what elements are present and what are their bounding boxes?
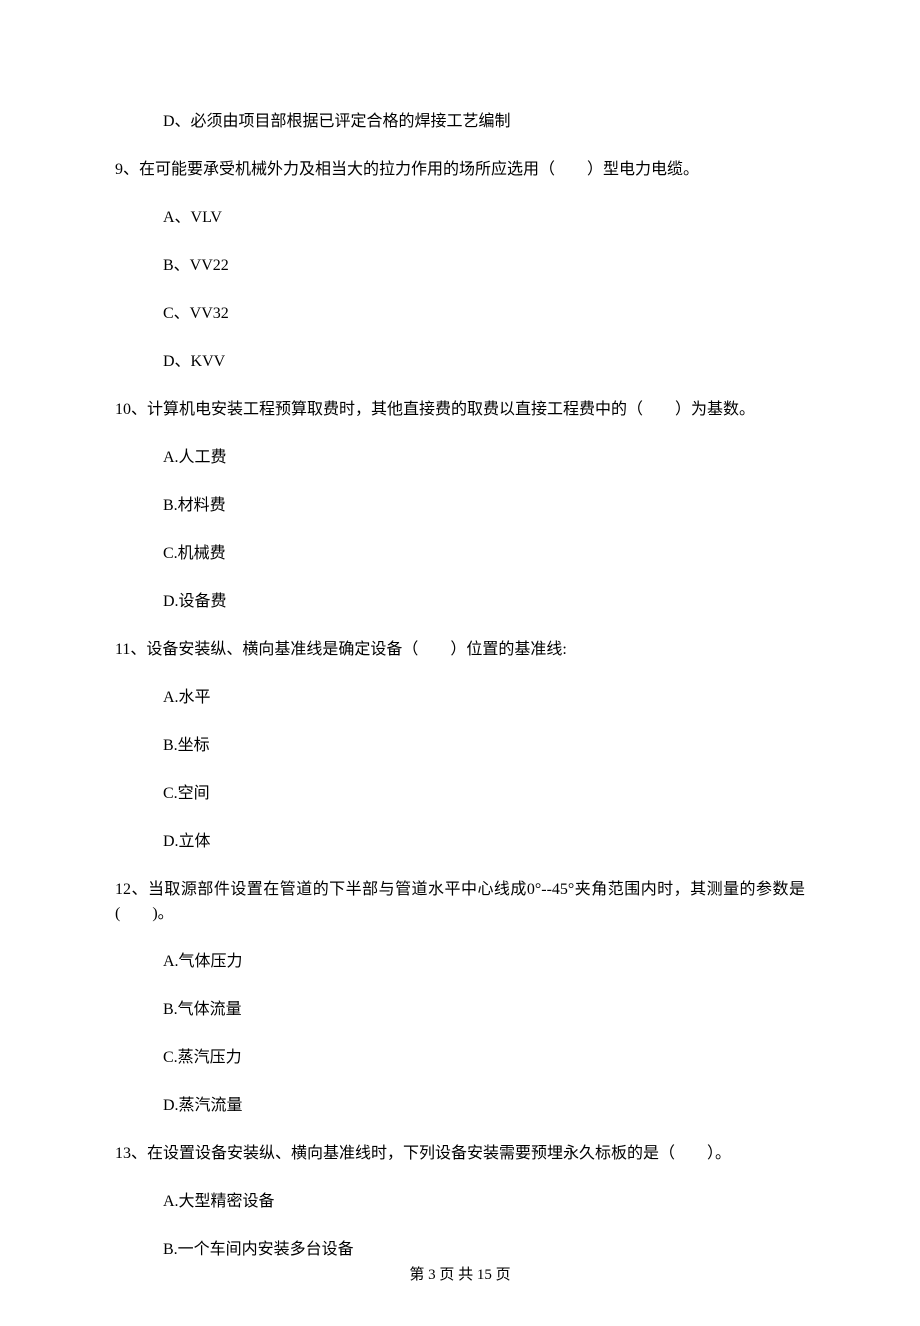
question-text: 12、当取源部件设置在管道的下半部与管道水平中心线成0°--45°夹角范围内时，… bbox=[115, 881, 805, 922]
question-11: 11、设备安装纵、横向基准线是确定设备（ ）位置的基准线: bbox=[115, 638, 805, 662]
option-b-q13: B.一个车间内安装多台设备 bbox=[163, 1238, 805, 1262]
option-text: B.气体流量 bbox=[163, 1001, 242, 1018]
option-text: B.坐标 bbox=[163, 737, 210, 754]
option-d-q11: D.立体 bbox=[163, 830, 805, 854]
question-10: 10、计算机电安装工程预算取费时，其他直接费的取费以直接工程费中的（ ）为基数。 bbox=[115, 398, 805, 422]
option-text: D.设备费 bbox=[163, 593, 227, 610]
option-text: C.蒸汽压力 bbox=[163, 1049, 242, 1066]
option-b-q12: B.气体流量 bbox=[163, 998, 805, 1022]
option-text: B、VV22 bbox=[163, 257, 229, 274]
question-text: 11、设备安装纵、横向基准线是确定设备（ ）位置的基准线: bbox=[115, 641, 567, 658]
option-text: C、VV32 bbox=[163, 305, 229, 322]
option-b-q10: B.材料费 bbox=[163, 494, 805, 518]
option-c-q9: C、VV32 bbox=[163, 302, 805, 326]
question-text: 9、在可能要承受机械外力及相当大的拉力作用的场所应选用（ ）型电力电缆。 bbox=[115, 161, 699, 178]
option-a-q13: A.大型精密设备 bbox=[163, 1190, 805, 1214]
question-text: 10、计算机电安装工程预算取费时，其他直接费的取费以直接工程费中的（ ）为基数。 bbox=[115, 401, 755, 418]
option-b-q9: B、VV22 bbox=[163, 254, 805, 278]
option-text: D.立体 bbox=[163, 833, 211, 850]
option-d-q10: D.设备费 bbox=[163, 590, 805, 614]
question-13: 13、在设置设备安装纵、横向基准线时，下列设备安装需要预埋永久标板的是（ ）。 bbox=[115, 1142, 805, 1166]
page-number: 第 3 页 共 15 页 bbox=[409, 1267, 510, 1283]
question-9: 9、在可能要承受机械外力及相当大的拉力作用的场所应选用（ ）型电力电缆。 bbox=[115, 158, 805, 182]
option-a-q12: A.气体压力 bbox=[163, 950, 805, 974]
option-d-q8: D、必须由项目部根据已评定合格的焊接工艺编制 bbox=[163, 110, 805, 134]
option-text: D、KVV bbox=[163, 353, 225, 370]
page-footer: 第 3 页 共 15 页 bbox=[0, 1264, 920, 1287]
option-text: C.空间 bbox=[163, 785, 210, 802]
option-c-q12: C.蒸汽压力 bbox=[163, 1046, 805, 1070]
option-text: A、VLV bbox=[163, 209, 222, 226]
option-text: C.机械费 bbox=[163, 545, 226, 562]
option-text: D、必须由项目部根据已评定合格的焊接工艺编制 bbox=[163, 113, 511, 130]
option-text: A.大型精密设备 bbox=[163, 1193, 275, 1210]
option-text: B.材料费 bbox=[163, 497, 226, 514]
option-c-q10: C.机械费 bbox=[163, 542, 805, 566]
option-a-q9: A、VLV bbox=[163, 206, 805, 230]
option-c-q11: C.空间 bbox=[163, 782, 805, 806]
option-a-q11: A.水平 bbox=[163, 686, 805, 710]
option-text: A.气体压力 bbox=[163, 953, 243, 970]
option-b-q11: B.坐标 bbox=[163, 734, 805, 758]
question-text: 13、在设置设备安装纵、横向基准线时，下列设备安装需要预埋永久标板的是（ ）。 bbox=[115, 1145, 731, 1162]
option-d-q12: D.蒸汽流量 bbox=[163, 1094, 805, 1118]
option-text: D.蒸汽流量 bbox=[163, 1097, 243, 1114]
option-text: B.一个车间内安装多台设备 bbox=[163, 1241, 354, 1258]
option-d-q9: D、KVV bbox=[163, 350, 805, 374]
option-text: A.人工费 bbox=[163, 449, 227, 466]
option-a-q10: A.人工费 bbox=[163, 446, 805, 470]
option-text: A.水平 bbox=[163, 689, 211, 706]
question-12: 12、当取源部件设置在管道的下半部与管道水平中心线成0°--45°夹角范围内时，… bbox=[115, 878, 805, 926]
